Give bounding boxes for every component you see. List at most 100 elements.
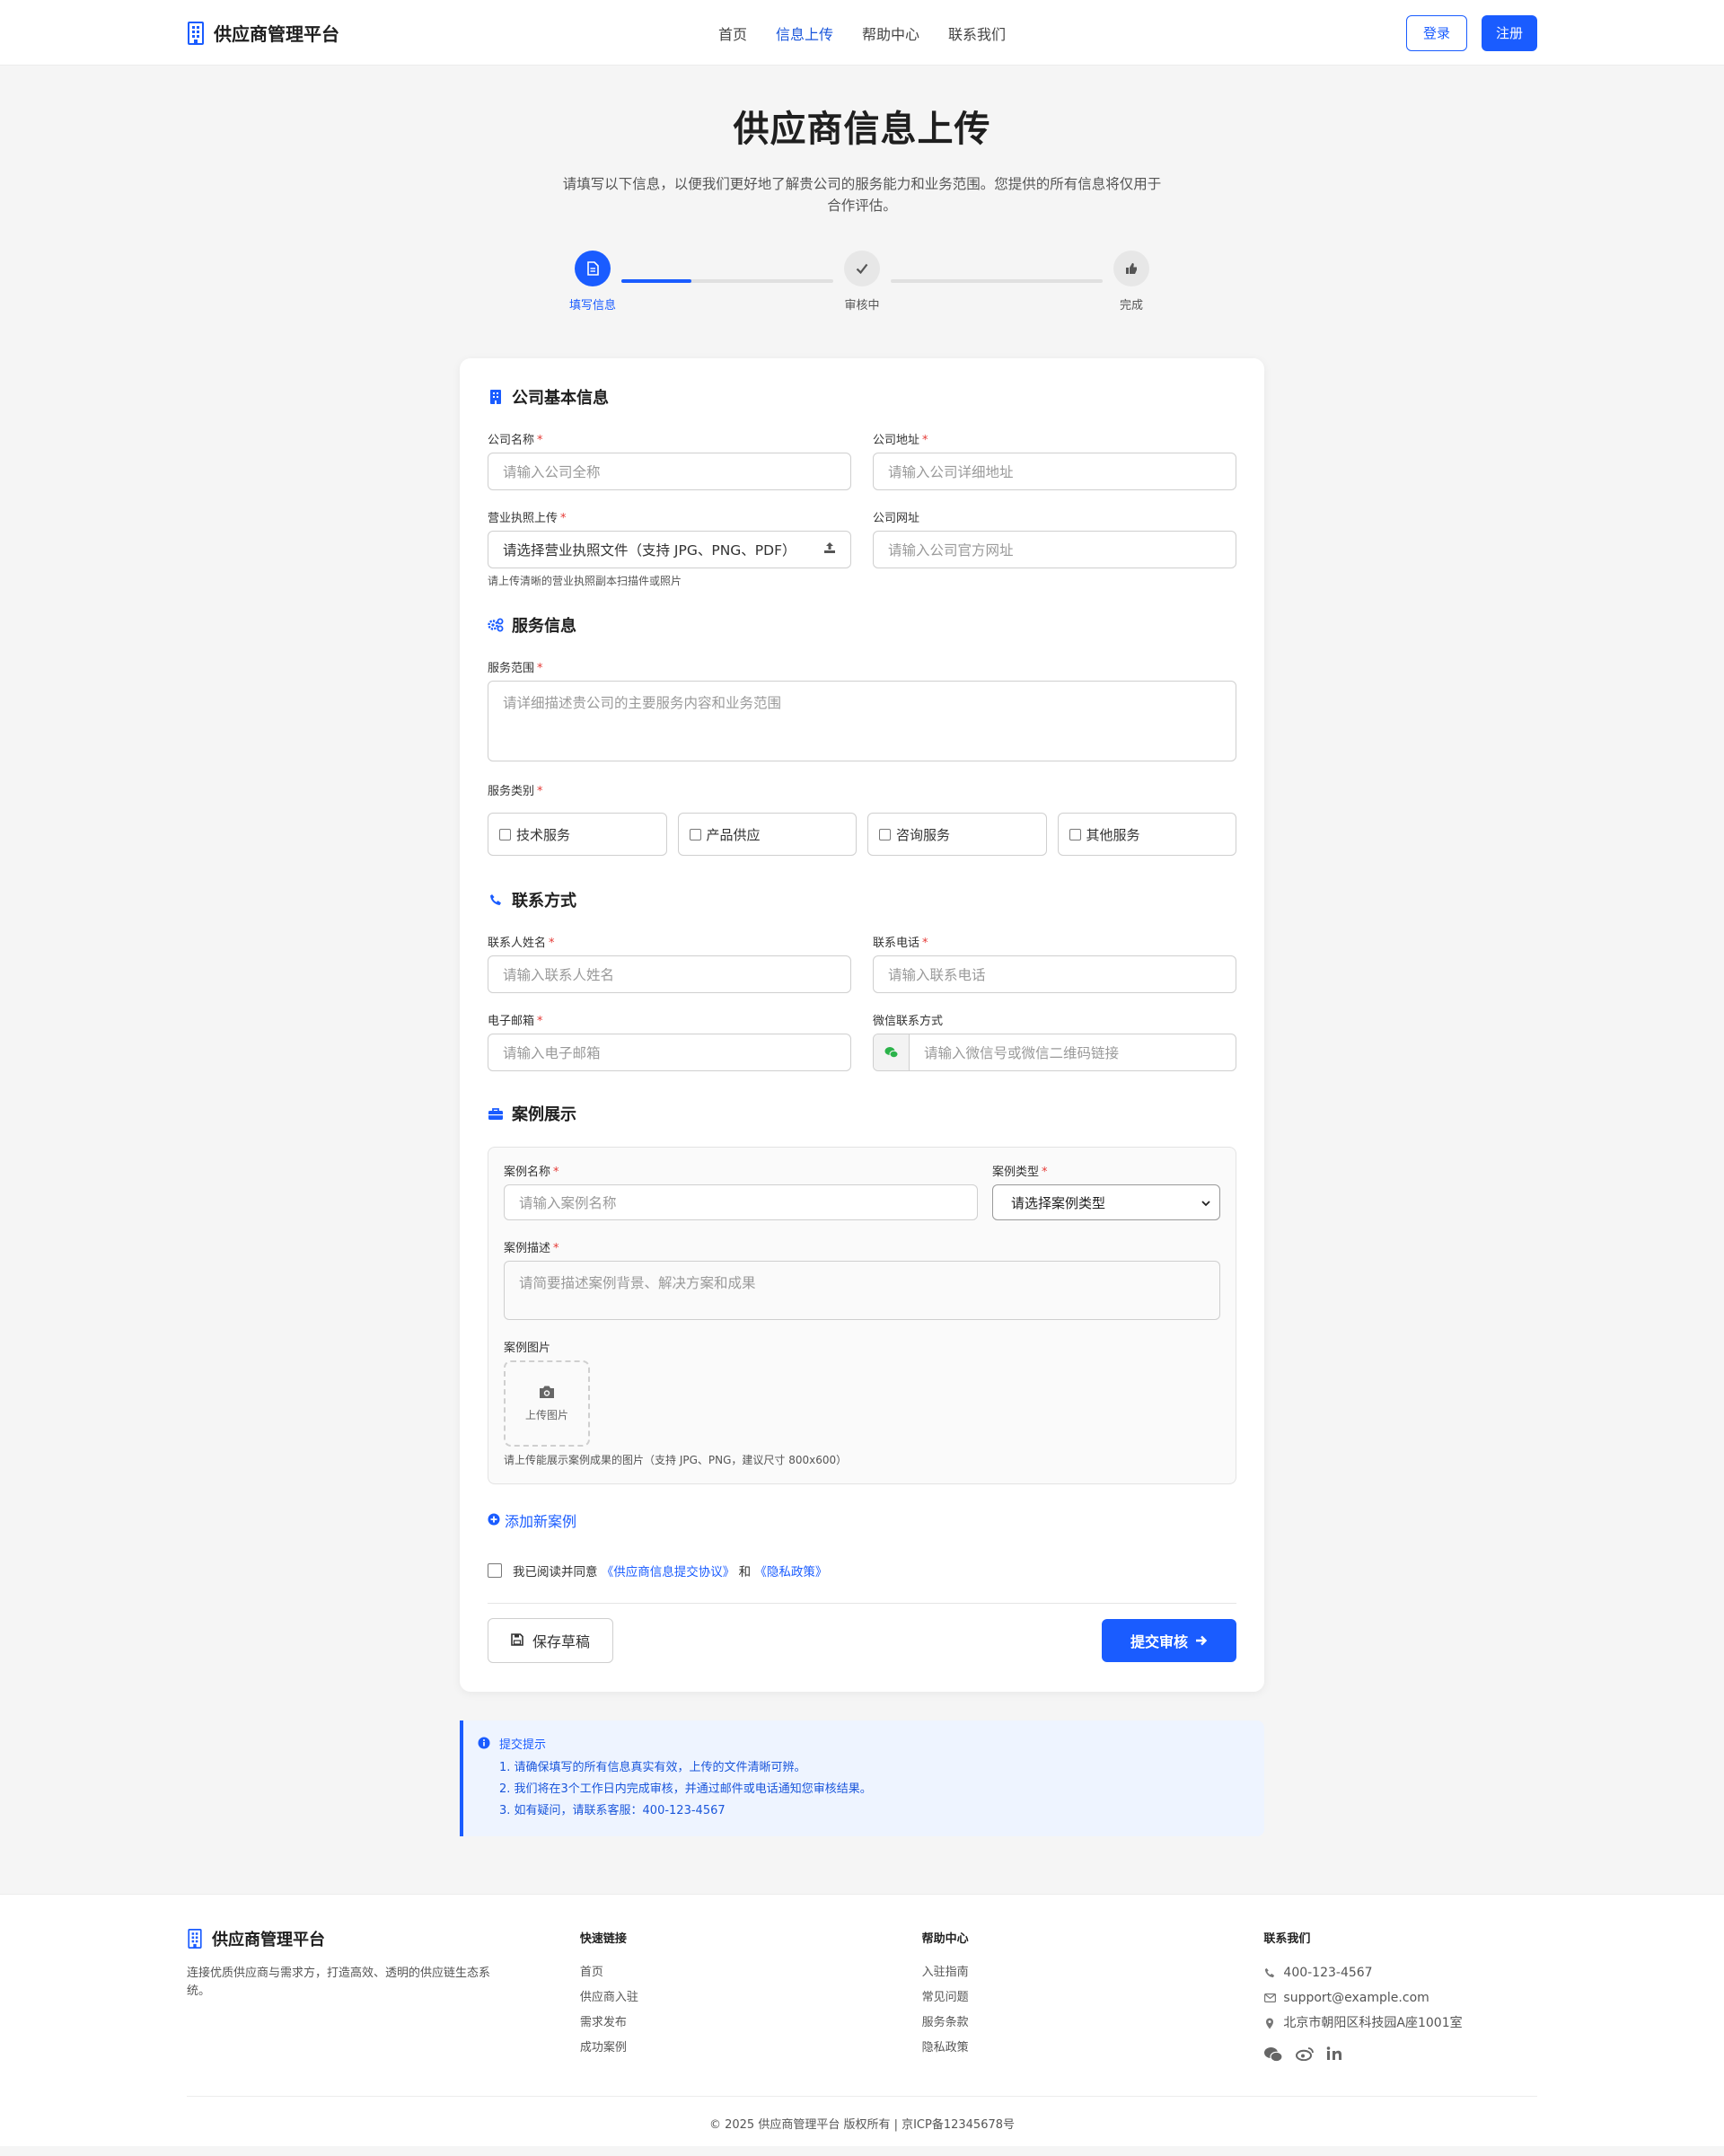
checkbox[interactable]	[879, 828, 891, 840]
quick-links-list: 首页 供应商入驻 需求发布 成功案例	[580, 1960, 922, 2061]
required-mark: *	[537, 434, 543, 447]
license-field: 营业执照上传 * 请选择营业执照文件（支持 JPG、PNG、PDF） 请上传清晰的…	[488, 508, 851, 588]
register-button[interactable]: 注册	[1481, 14, 1537, 51]
label-text: 案例描述	[504, 1242, 551, 1255]
footer-link[interactable]: 首页	[580, 1960, 922, 1985]
building-icon	[488, 389, 504, 405]
footer-email: support@example.com	[1263, 1985, 1537, 2011]
footer-link[interactable]: 入驻指南	[922, 1960, 1264, 1985]
nav-home[interactable]: 首页	[718, 22, 747, 44]
tips-title: 提交提示	[499, 1738, 547, 1752]
save-draft-button[interactable]: 保存草稿	[488, 1618, 613, 1663]
required-mark: *	[553, 1166, 559, 1179]
footer-address: 北京市朝阳区科技园A座1001室	[1263, 2011, 1537, 2036]
section-service-title: 服务信息	[488, 613, 1236, 637]
footer-link[interactable]: 成功案例	[580, 2036, 922, 2061]
wechat-field: 微信联系方式 请输入微信号或微信二维码链接	[873, 1011, 1236, 1071]
weibo-icon[interactable]	[1296, 2046, 1315, 2067]
license-file-input[interactable]: 请选择营业执照文件（支持 JPG、PNG、PDF）	[488, 531, 851, 568]
nav-upload[interactable]: 信息上传	[776, 22, 833, 44]
section-title-text: 案例展示	[512, 1105, 576, 1124]
email-input[interactable]: 请输入电子邮箱	[488, 1034, 851, 1071]
submit-review-button[interactable]: 提交审核	[1102, 1619, 1236, 1662]
footer-link[interactable]: 服务条款	[922, 2011, 1264, 2036]
nav-help[interactable]: 帮助中心	[862, 22, 919, 44]
category-option-other[interactable]: 其他服务	[1057, 813, 1236, 856]
field-label: 服务类别 *	[488, 781, 1236, 798]
address-text: 北京市朝阳区科技园A座1001室	[1283, 2016, 1463, 2030]
service-category-field: 服务类别 * 技术服务 产品供应 咨询服务 其他服务	[488, 781, 1236, 856]
agreement-and: 和	[738, 1565, 752, 1580]
footer-link[interactable]: 常见问题	[922, 1985, 1264, 2011]
case-type-select[interactable]: 请选择案例类型	[992, 1184, 1220, 1220]
basic-row-1: 公司名称 * 请输入公司全称 公司地址 * 请输入公司详细地址	[488, 430, 1236, 490]
login-button[interactable]: 登录	[1405, 14, 1467, 51]
footer-logo[interactable]: 供应商管理平台	[187, 1927, 580, 1950]
category-option-tech[interactable]: 技术服务	[488, 813, 667, 856]
supplier-form-card: 公司基本信息 公司名称 * 请输入公司全称 公司地址 * 请输入公司详细地址 营业执…	[460, 358, 1264, 1692]
footer-quick-links: 快速链接 首页 供应商入驻 需求发布 成功案例	[580, 1927, 922, 2067]
checkbox[interactable]	[689, 828, 701, 840]
tips-content: 提交提示 1. 请确保填写的所有信息真实有效，上传的文件清晰可辨。 2. 我们将…	[499, 1735, 872, 1822]
required-mark: *	[922, 937, 928, 950]
wechat-icon[interactable]	[1263, 2046, 1284, 2067]
auth-buttons: 登录 注册	[1405, 14, 1537, 51]
upload-icon	[823, 541, 836, 558]
wechat-icon	[874, 1034, 910, 1070]
image-uploader[interactable]: 上传图片	[504, 1360, 590, 1447]
checkbox[interactable]	[499, 828, 511, 840]
field-label: 联系电话 *	[873, 933, 1236, 950]
agreement-checkbox[interactable]	[488, 1563, 502, 1578]
category-option-product[interactable]: 产品供应	[677, 813, 857, 856]
step-label: 审核中	[844, 299, 880, 312]
building-icon	[188, 21, 204, 45]
category-option-consult[interactable]: 咨询服务	[867, 813, 1047, 856]
field-label: 案例描述 *	[504, 1238, 1220, 1255]
briefcase-icon	[488, 1105, 504, 1122]
brand-name: 供应商管理平台	[214, 23, 339, 45]
tip-item: 3. 如有疑问，请联系客服：400-123-4567	[499, 1804, 726, 1817]
footer-link[interactable]: 需求发布	[580, 2011, 922, 2036]
section-title-text: 公司基本信息	[512, 389, 609, 408]
required-mark: *	[537, 662, 543, 675]
map-marker-icon	[1263, 2018, 1276, 2029]
submission-agreement-link[interactable]: 《供应商信息提交协议》	[602, 1565, 735, 1580]
agreement-text: 我已阅读并同意 《供应商信息提交协议》 和 《隐私政策》	[513, 1562, 827, 1580]
plus-circle-icon	[488, 1512, 500, 1529]
case-name-input[interactable]: 请输入案例名称	[504, 1184, 978, 1220]
footer-link[interactable]: 供应商入驻	[580, 1985, 922, 2011]
case-description-field: 案例描述 * 请简要描述案例背景、解决方案和成果	[504, 1238, 1220, 1320]
section-contact-title: 联系方式	[488, 888, 1236, 911]
email-text[interactable]: support@example.com	[1283, 1985, 1429, 2011]
add-case-button[interactable]: 添加新案例	[488, 1509, 1236, 1531]
label-text: 营业执照上传	[488, 512, 559, 525]
label-text: 公司地址	[873, 434, 920, 447]
required-mark: *	[922, 434, 928, 447]
brand-logo[interactable]: 供应商管理平台	[187, 20, 339, 46]
required-mark: *	[553, 1242, 559, 1255]
company-name-field: 公司名称 * 请输入公司全称	[488, 430, 851, 490]
wechat-input[interactable]: 请输入微信号或微信二维码链接	[910, 1034, 1236, 1070]
tip-item: 1. 请确保填写的所有信息真实有效，上传的文件清晰可辨。	[499, 1761, 806, 1774]
privacy-policy-link[interactable]: 《隐私政策》	[754, 1565, 827, 1580]
footer-heading: 帮助中心	[921, 1932, 969, 1946]
form-actions: 保存草稿 提交审核	[488, 1618, 1236, 1663]
case-type-field: 案例类型 * 请选择案例类型	[992, 1162, 1220, 1220]
service-scope-textarea[interactable]: 请详细描述贵公司的主要服务内容和业务范围	[488, 681, 1236, 761]
option-label: 其他服务	[1086, 826, 1140, 843]
nav-contact[interactable]: 联系我们	[948, 22, 1006, 44]
website-input[interactable]: 请输入公司官方网址	[873, 531, 1236, 568]
contact-name-input[interactable]: 请输入联系人姓名	[488, 955, 851, 993]
contact-phone-input[interactable]: 请输入联系电话	[873, 955, 1236, 993]
footer-brand-name: 供应商管理平台	[212, 1931, 325, 1949]
field-label: 服务范围 *	[488, 658, 1236, 675]
linkedin-icon[interactable]	[1326, 2046, 1342, 2067]
company-name-input[interactable]: 请输入公司全称	[488, 453, 851, 490]
checkbox[interactable]	[1069, 828, 1081, 840]
step-label: 填写信息	[568, 299, 616, 312]
case-description-textarea[interactable]: 请简要描述案例背景、解决方案和成果	[504, 1261, 1220, 1320]
company-address-input[interactable]: 请输入公司详细地址	[873, 453, 1236, 490]
wechat-input-group[interactable]: 请输入微信号或微信二维码链接	[873, 1034, 1236, 1071]
footer-link[interactable]: 隐私政策	[922, 2036, 1264, 2061]
license-help-text: 请上传清晰的营业执照副本扫描件或照片	[488, 575, 682, 587]
